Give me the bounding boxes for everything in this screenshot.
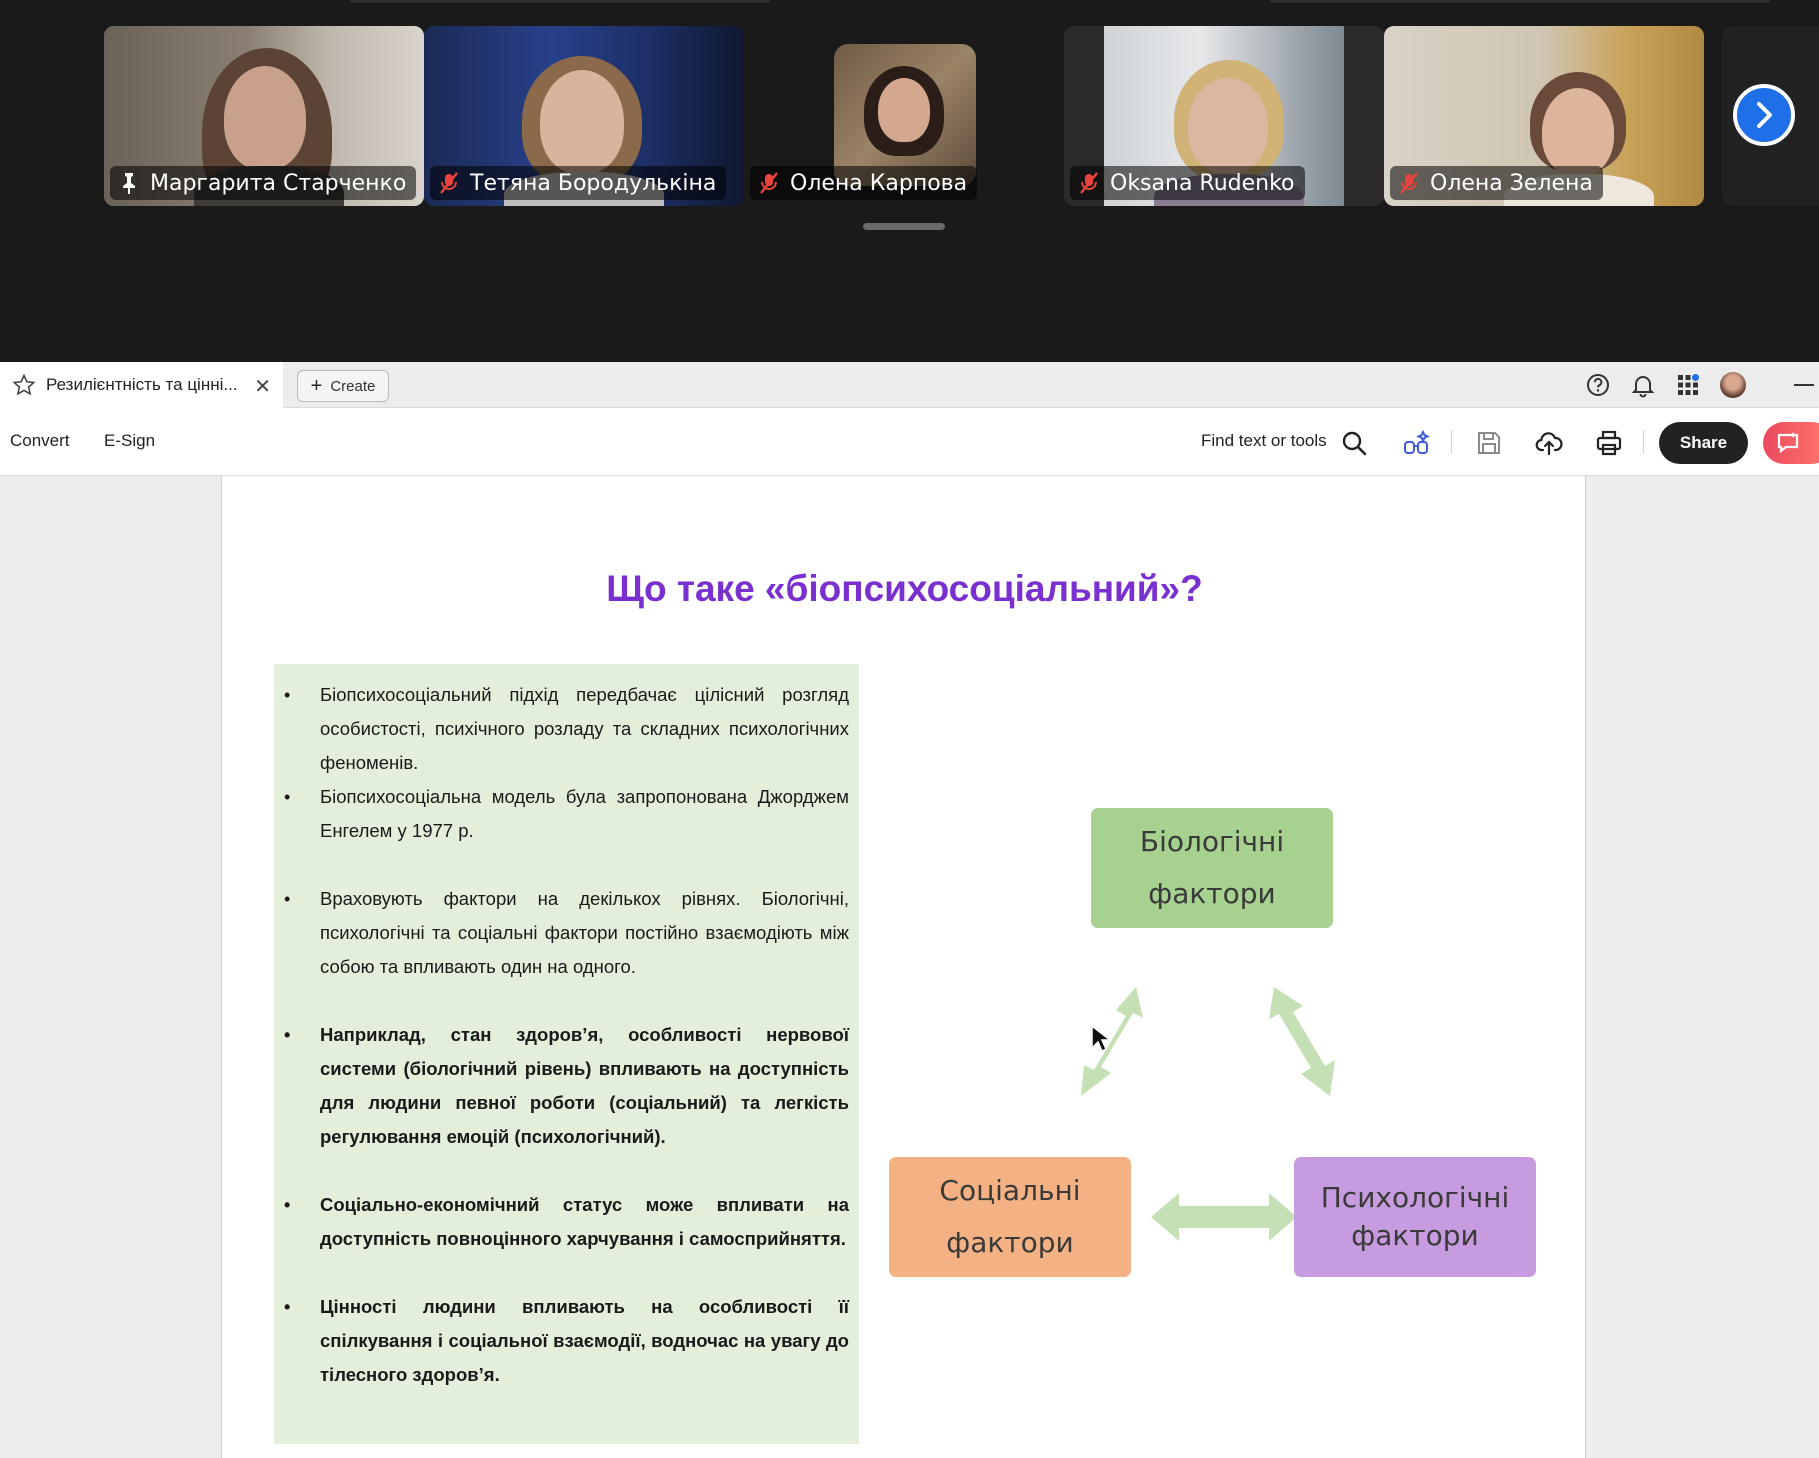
box-label-line2: фактори: [1351, 1219, 1479, 1252]
bullet-list: Біопсихосоціальний підхід передбачає ціл…: [274, 664, 859, 1392]
toolbar-divider: [1643, 430, 1644, 454]
bullet-item: Біопсихосоціальний підхід передбачає ціл…: [274, 678, 849, 780]
ai-chat-icon: [1777, 432, 1799, 454]
share-button[interactable]: Share: [1659, 422, 1748, 464]
participant-name: Олена Карпова: [790, 170, 968, 196]
help-icon[interactable]: [1584, 371, 1612, 399]
ai-assistant-icon[interactable]: [1402, 429, 1430, 457]
participant-name: Маргарита Старченко: [150, 170, 407, 196]
participant-tile-3[interactable]: Олена Карпова: [744, 26, 1064, 206]
participant-name-tag: Олена Карпова: [750, 166, 978, 200]
apps-grid-icon[interactable]: [1674, 371, 1702, 399]
participant-tile-1[interactable]: Маргарита Старченко: [104, 26, 424, 206]
participant-tile-2[interactable]: Тетяна Бородулькіна: [424, 26, 744, 206]
pin-icon: [123, 173, 135, 194]
box-label-line2: фактори: [1148, 877, 1276, 910]
bell-icon[interactable]: [1629, 371, 1657, 399]
toolbar-divider: [1451, 430, 1452, 454]
arrow-soc-psy: [1151, 1193, 1297, 1241]
mic-muted-icon: [760, 172, 778, 194]
minimize-icon[interactable]: [1794, 384, 1814, 386]
search-icon[interactable]: [1340, 429, 1368, 457]
chevron-right-icon: [1757, 102, 1772, 128]
print-icon[interactable]: [1595, 429, 1623, 457]
box-label-line2: фактори: [946, 1226, 1074, 1259]
strip-resize-handle[interactable]: [863, 223, 945, 230]
cloud-upload-icon[interactable]: [1535, 429, 1563, 457]
participant-name-tag: Олена Зелена: [1390, 166, 1603, 200]
participant-face: [1188, 78, 1268, 174]
document-viewer[interactable]: Що таке «біопсихосоціальний»? Біопсихосо…: [0, 476, 1819, 1458]
bullet-item: Наприклад, стан здоров’я, особливості не…: [274, 1018, 849, 1154]
mouse-cursor-icon: [1091, 1024, 1110, 1053]
bullet-item: Цінності людини впливають на особливості…: [274, 1290, 849, 1392]
biological-factors-box: Біологічні фактори: [1091, 808, 1333, 928]
bullet-item: Соціально-економічний статус може вплива…: [274, 1188, 849, 1256]
mic-muted-icon: [1080, 172, 1098, 194]
participant-name-tag: Тетяна Бородулькіна: [430, 166, 727, 200]
participant-name: Oksana Rudenko: [1110, 170, 1295, 196]
esign-menu[interactable]: E-Sign: [104, 431, 155, 451]
participant-tile-4[interactable]: Oksana Rudenko: [1064, 26, 1384, 206]
participant-name: Тетяна Бородулькіна: [470, 170, 717, 196]
video-strip: Маргарита Старченко Тетяна Бородулькіна …: [0, 0, 1819, 362]
create-label: Create: [330, 377, 376, 395]
psychological-factors-box: Психологічні фактори: [1294, 1157, 1536, 1277]
bullet-item: Враховують фактори на декількох рівнях. …: [274, 882, 849, 984]
participant-name-tag: Маргарита Старченко: [110, 166, 417, 200]
social-factors-box: Соціальні фактори: [889, 1157, 1131, 1277]
find-tools-label[interactable]: Find text or tools: [1201, 431, 1327, 451]
save-icon[interactable]: [1475, 429, 1503, 457]
participant-name-tag: Oksana Rudenko: [1070, 166, 1305, 200]
strip-divider: [350, 0, 770, 3]
acrobat-tab-bar: Резилієнтність та цінні... ✕ + Create: [0, 362, 1819, 408]
bullet-panel: Біопсихосоціальний підхід передбачає ціл…: [274, 664, 859, 1444]
create-button[interactable]: + Create: [297, 370, 389, 402]
mic-muted-icon: [440, 172, 458, 194]
participant-face: [1542, 88, 1614, 176]
box-label-line1: Психологічні: [1320, 1181, 1510, 1214]
ai-assistant-button[interactable]: [1763, 422, 1819, 464]
share-label: Share: [1679, 433, 1728, 452]
box-label-line1: Соціальні: [939, 1174, 1081, 1207]
close-icon[interactable]: ✕: [254, 374, 271, 399]
pdf-page: Що таке «біопсихосоціальний»? Біопсихосо…: [221, 476, 1586, 1458]
star-icon[interactable]: [12, 373, 36, 397]
convert-menu[interactable]: Convert: [10, 431, 70, 451]
acrobat-toolbar: Convert E-Sign Find text or tools Share: [0, 408, 1819, 476]
box-label-line1: Біологічні: [1139, 825, 1285, 858]
mic-muted-icon: [1400, 172, 1418, 194]
next-participants-button[interactable]: [1733, 84, 1795, 146]
participant-face: [878, 78, 930, 142]
document-tab-title: Резилієнтність та цінні...: [46, 375, 238, 394]
participant-name: Олена Зелена: [1430, 170, 1593, 196]
arrow-bio-psy: [1269, 987, 1335, 1096]
bullet-item: Біопсихосоціальна модель була запропонов…: [274, 780, 849, 848]
slide-title: Що таке «біопсихосоціальний»?: [606, 568, 1203, 609]
document-tab[interactable]: Резилієнтність та цінні... ✕: [0, 362, 283, 408]
participant-face: [224, 66, 306, 170]
plus-icon: +: [310, 374, 323, 397]
avatar[interactable]: [1720, 372, 1746, 398]
participant-face: [540, 70, 624, 174]
strip-divider: [1270, 0, 1770, 3]
participant-tile-5[interactable]: Олена Зелена: [1384, 26, 1704, 206]
